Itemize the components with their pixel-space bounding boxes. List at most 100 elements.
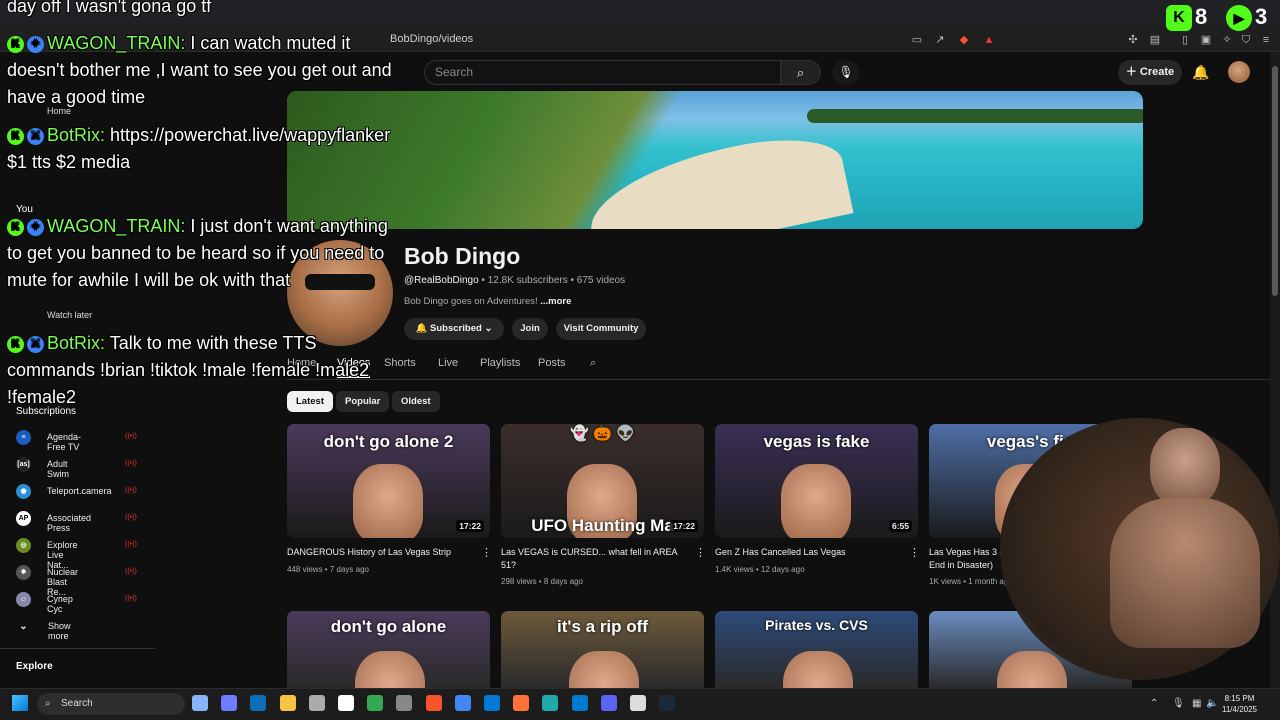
thumbnail-emoji: 👻 🎃 👽 [570, 425, 635, 442]
taskbar-app-icon[interactable] [454, 695, 471, 711]
taskbar-app-icon[interactable] [542, 695, 559, 711]
more-actions-icon[interactable]: ⋮ [909, 546, 920, 559]
live-indicator-icon: ((•)) [125, 541, 137, 548]
taskbar-app-icon[interactable] [425, 695, 442, 711]
more-actions-icon[interactable]: ⋮ [481, 546, 492, 559]
visit-community-button[interactable]: Visit Community [556, 318, 646, 340]
video-thumbnail[interactable]: don't go alone 2 17:22 [287, 424, 490, 538]
kick-badge-icon: K [7, 218, 24, 236]
video-title-line2[interactable]: End in Disaster) [929, 559, 993, 572]
reader-icon[interactable]: ▤ [1148, 33, 1162, 47]
video-title[interactable]: Las VEGAS is CURSED... what fell in AREA… [501, 546, 681, 572]
video-title[interactable]: Gen Z Has Cancelled Las Vegas [715, 546, 895, 559]
microphone-tray-icon[interactable]: 🎙 [1172, 698, 1185, 709]
live-indicator-icon: ((•)) [125, 460, 137, 467]
channel-desc-text: Bob Dingo goes on Adventures! [404, 296, 538, 307]
cast-icon[interactable]: ▭ [910, 33, 924, 47]
desc-more-link[interactable]: ...more [540, 296, 571, 307]
taskbar-app-icon[interactable] [221, 695, 238, 711]
channel-meta: @RealBobDingo • 12.8K subscribers • 675 … [404, 275, 626, 286]
system-clock[interactable]: 8:15 PM 11/4/2025 [1222, 693, 1257, 715]
chevron-down-icon: ⌄ [484, 323, 493, 334]
live-indicator-icon: ((•)) [125, 568, 137, 575]
taskbar-app-icon[interactable] [513, 695, 530, 711]
channel-icon: ✸ [16, 565, 31, 580]
play-icon: ▶ [1226, 5, 1252, 32]
wallet-icon[interactable]: ▣ [1199, 33, 1213, 47]
voice-search-button[interactable]: 🎙 [832, 60, 860, 85]
video-duration: 17:22 [456, 520, 484, 532]
plus-icon: ＋ [1125, 66, 1140, 78]
more-actions-icon[interactable]: ⋮ [695, 546, 706, 559]
video-meta: 298 views • 8 days ago [501, 577, 583, 586]
channel-icon: ◉ [16, 484, 31, 499]
video-title[interactable]: DANGEROUS History of Las Vegas Strip [287, 546, 467, 559]
kick-badge-icon: K [7, 35, 24, 53]
scrollbar-thumb[interactable] [1272, 66, 1278, 296]
sidebar-icon[interactable]: ▯ [1178, 33, 1192, 47]
thumbnail-caption: don't go alone [330, 617, 447, 636]
url-text[interactable]: BobDingo/videos [390, 33, 473, 45]
notifications-icon[interactable]: 🔔 [1192, 64, 1209, 81]
sidebar-item-watch-later[interactable]: Watch later [47, 310, 92, 320]
create-button[interactable]: ＋ Create [1118, 60, 1182, 85]
menu-icon[interactable]: ≡ [1259, 33, 1273, 47]
viewers-count: 3 [1255, 4, 1268, 29]
chevron-down-icon: ⌄ [19, 621, 28, 632]
taskbar-app-icon[interactable] [659, 695, 676, 711]
tray-chevron-icon[interactable]: ⌃ [1150, 698, 1158, 709]
video-thumbnail[interactable]: it's a rip off [501, 611, 704, 688]
chat-username: BotRix: [47, 333, 106, 353]
chip-oldest[interactable]: Oldest [392, 391, 440, 412]
subscribed-button[interactable]: 🔔 Subscribed ⌄ [404, 318, 504, 340]
user-badge-icon: ⚔ [27, 335, 44, 353]
taskbar-app-icon[interactable] [396, 695, 413, 711]
taskbar-app-icon[interactable] [630, 695, 646, 711]
taskbar-app-icon[interactable] [571, 695, 588, 711]
share-icon[interactable]: ↗ [933, 33, 947, 47]
live-indicator-icon: ((•)) [125, 487, 137, 494]
account-avatar[interactable] [1228, 61, 1250, 83]
extensions-icon[interactable]: ✣ [1126, 33, 1140, 47]
subscription-name: Associated Press [47, 513, 92, 533]
chat-username: WAGON_TRAIN: [47, 33, 186, 53]
tabs-divider [287, 379, 1270, 380]
join-button[interactable]: Join [512, 318, 548, 340]
video-thumbnail[interactable]: don't go alone [287, 611, 490, 688]
tab-posts[interactable]: Posts [538, 357, 566, 369]
subscription-name: Agenda-Free TV [47, 432, 82, 452]
network-icon[interactable]: ▦ [1192, 698, 1201, 709]
search-icon: ⌕ [45, 698, 51, 709]
taskbar-app-icon[interactable] [192, 695, 208, 711]
video-meta: 1K views • 1 month ago [929, 577, 1013, 586]
leo-icon[interactable]: ✧ [1220, 33, 1234, 47]
taskbar-app-icon[interactable] [250, 695, 267, 711]
video-thumbnail[interactable]: Pirates vs. CVS [715, 611, 918, 688]
taskbar-search-label: Search [61, 698, 93, 709]
brave-shield-icon[interactable]: ◆ [957, 33, 971, 47]
taskbar-app-icon[interactable] [279, 695, 296, 711]
channel-description[interactable]: Bob Dingo goes on Adventures! ...more [404, 296, 571, 307]
windows-start-icon[interactable] [12, 695, 28, 711]
search-icon: ⌕ [796, 65, 805, 80]
taskbar-app-icon[interactable] [367, 695, 384, 711]
rewards-icon[interactable]: ▲ [982, 33, 996, 47]
taskbar-app-icon[interactable] [484, 695, 500, 711]
tab-live[interactable]: Live [438, 357, 458, 369]
taskbar-app-icon[interactable] [338, 695, 354, 711]
taskbar-app-icon[interactable] [600, 695, 617, 711]
sidebar-divider [0, 648, 155, 649]
channel-icon: ☺ [16, 592, 31, 607]
tab-playlists[interactable]: Playlists [480, 357, 520, 369]
taskbar-search[interactable]: ⌕ Search [37, 693, 185, 715]
vpn-icon[interactable]: ⛉ [1239, 33, 1253, 47]
subscription-name: Adult Swim [47, 459, 69, 479]
volume-icon[interactable]: 🔈 [1206, 698, 1218, 709]
search-button[interactable]: ⌕ [781, 60, 821, 85]
taskbar-app-icon[interactable] [308, 695, 325, 711]
search-icon[interactable]: ⌕ [590, 357, 596, 370]
video-thumbnail[interactable]: UFO Haunting Ma 👻 🎃 👽 17:22 [501, 424, 704, 538]
search-input[interactable]: Search [424, 60, 781, 85]
video-thumbnail[interactable]: vegas is fake 6:55 [715, 424, 918, 538]
subscription-name: Teleport.camera [47, 486, 112, 496]
